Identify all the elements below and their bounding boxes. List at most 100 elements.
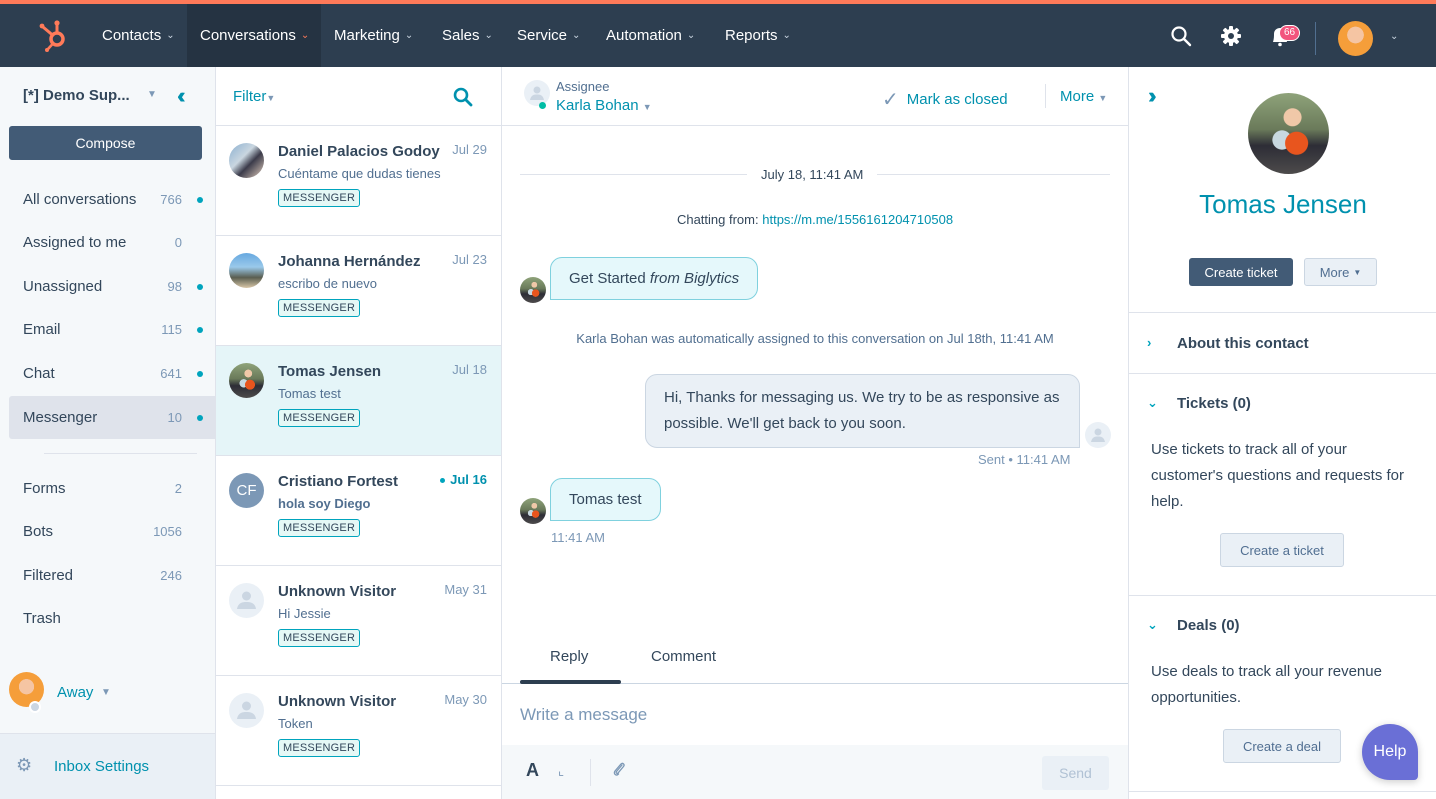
contact-more-dropdown[interactable]: More ▼ [1304, 258, 1377, 286]
nav-sales[interactable]: Sales ⌄ [442, 4, 493, 67]
filter-dropdown[interactable]: Filter▼ [233, 88, 275, 105]
conversation-date: Jul 16 [450, 472, 487, 487]
unread-dot-icon [197, 414, 203, 421]
sidebar-item-chat[interactable]: Chat 641 [9, 352, 216, 395]
nav-service-label: Service [517, 27, 568, 44]
attachment-paperclip-icon[interactable] [612, 760, 626, 778]
assignee-dropdown[interactable]: Karla Bohan ▼ [556, 97, 652, 114]
chevron-right-icon[interactable]: › [1147, 335, 1151, 350]
sidebar-item-all-conversations[interactable]: All conversations 766 [9, 178, 216, 221]
sidebar-item-count: 0 [174, 235, 182, 250]
section-about-contact[interactable]: About this contact [1177, 335, 1309, 352]
agent-avatar-icon [1085, 422, 1111, 448]
nav-contacts[interactable]: Contacts ⌄ [102, 4, 175, 67]
section-tickets[interactable]: Tickets (0) [1177, 395, 1251, 412]
mark-as-closed-button[interactable]: ✓ Mark as closed [882, 87, 1008, 112]
inbox-settings-link[interactable]: ⚙ Inbox Settings [0, 733, 215, 799]
sidebar-item-unassigned[interactable]: Unassigned 98 [9, 265, 216, 308]
sidebar-item-count: 2 [174, 481, 182, 496]
conversation-preview: Hi Jessie [278, 606, 331, 621]
conversation-row[interactable]: Unknown Visitor May 31 Hi Jessie MESSENG… [216, 566, 501, 676]
collapse-sidebar-icon[interactable]: ‹‹ [177, 83, 185, 109]
nav-marketing[interactable]: Marketing ⌄ [334, 4, 413, 67]
chatting-from-label: Chatting from: [676, 212, 759, 227]
unknown-visitor-avatar-icon [229, 583, 264, 618]
chevron-down-icon: ⌄ [300, 30, 310, 41]
message-input[interactable] [520, 697, 1110, 733]
chevron-down-icon[interactable]: ⌄ [1147, 617, 1158, 633]
list-toolbar: Filter▼ [216, 67, 501, 126]
chevron-down-icon[interactable]: ⌄ [1147, 395, 1158, 411]
nav-automation[interactable]: Automation ⌄ [606, 4, 695, 67]
notification-count-badge: 66 [1279, 25, 1301, 41]
create-a-ticket-button[interactable]: Create a ticket [1220, 533, 1344, 567]
help-widget-button[interactable]: Help [1362, 724, 1418, 780]
contact-avatar [520, 498, 546, 524]
search-icon[interactable] [452, 86, 474, 108]
nav-reports[interactable]: Reports ⌄ [725, 4, 791, 67]
conversation-row[interactable]: Unknown Visitor May 30 Token MESSENGER [216, 676, 501, 786]
conversation-preview: Cuéntame que dudas tienes [278, 166, 441, 181]
more-actions-dropdown[interactable]: More ▼ [1060, 88, 1107, 105]
collapse-panel-icon[interactable]: ›› [1148, 83, 1156, 109]
composer-tabs: Reply Comment [502, 637, 1128, 684]
section-divider [1129, 373, 1436, 374]
channel-badge: MESSENGER [278, 189, 361, 207]
sidebar-item-bots[interactable]: Bots 1056 [9, 510, 216, 553]
sidebar-item-label: Chat [23, 365, 55, 382]
conversation-preview: hola soy Diego [278, 496, 371, 511]
sidebar-item-trash[interactable]: Trash [9, 597, 216, 640]
conversation-row[interactable]: Johanna Hernández Jul 23 escribo de nuev… [216, 236, 501, 346]
conversation-row[interactable]: CF Cristiano Fortest Jul 16 hola soy Die… [216, 456, 501, 566]
sidebar-item-count: 10 [167, 410, 182, 425]
unread-dot-icon [197, 370, 203, 377]
chevron-down-icon: ⌄ [572, 30, 581, 41]
header-divider [1045, 84, 1046, 108]
nav-service[interactable]: Service ⌄ [517, 4, 580, 67]
chatting-from-link[interactable]: https://m.me/1556161204710508 [762, 212, 953, 227]
assignee-label: Assignee [556, 79, 610, 94]
sidebar-item-filtered[interactable]: Filtered 246 [9, 554, 216, 597]
thread-header: Assignee Karla Bohan ▼ ✓ Mark as closed M… [502, 67, 1128, 126]
hubspot-logo-icon[interactable] [38, 18, 70, 52]
search-icon[interactable] [1169, 24, 1193, 48]
more-label: More [1319, 264, 1350, 280]
chevron-down-icon: ⌄ [782, 30, 791, 41]
user-avatar[interactable] [1338, 21, 1373, 56]
more-label: More [1060, 88, 1095, 105]
compose-button[interactable]: Compose [9, 126, 202, 160]
message-timestamp: 11:41 AM [551, 530, 605, 545]
sidebar-item-messenger[interactable]: Messenger 10 [9, 396, 216, 439]
caret-down-icon[interactable]: ▼ [147, 89, 157, 100]
text-format-icon[interactable]: A [526, 760, 539, 781]
availability-status[interactable]: Away [57, 684, 93, 701]
tab-reply[interactable]: Reply [550, 648, 588, 665]
conversation-contact-name: Johanna Hernández [278, 253, 421, 270]
contact-avatar [520, 277, 546, 303]
sidebar-item-label: Messenger [23, 409, 98, 426]
conversation-row-selected[interactable]: Tomas Jensen Jul 18 Tomas test MESSENGER [216, 346, 501, 456]
sidebar-item-forms[interactable]: Forms 2 [9, 467, 216, 510]
create-a-deal-button[interactable]: Create a deal [1223, 729, 1341, 763]
contact-avatar [229, 143, 264, 178]
inbox-selector[interactable]: [*] Demo Sup... [23, 87, 130, 104]
contact-name[interactable]: Tomas Jensen [1129, 189, 1436, 220]
snippet-icon[interactable]: ⌞ [558, 763, 564, 779]
conversation-row[interactable]: Daniel Palacios Godoy Jul 29 Cuéntame qu… [216, 126, 501, 236]
nav-conversations[interactable]: Conversations ⌄ [187, 4, 321, 67]
inbox-settings-label: Inbox Settings [54, 758, 150, 775]
toolbar-divider [590, 759, 591, 786]
tab-comment[interactable]: Comment [651, 648, 716, 665]
create-ticket-button[interactable]: Create ticket [1189, 258, 1293, 286]
conversation-date: Jul 23 [452, 252, 487, 267]
conversation-date-unread: Jul 16 [440, 472, 487, 487]
sidebar-item-email[interactable]: Email 115 [9, 308, 216, 351]
send-button[interactable]: Send [1042, 756, 1109, 790]
settings-gear-icon[interactable] [1219, 24, 1243, 48]
account-chevron-down-icon[interactable]: ⌄ [1390, 31, 1398, 42]
section-deals[interactable]: Deals (0) [1177, 617, 1240, 634]
section-divider [1129, 791, 1436, 792]
assignee-avatar-icon [524, 80, 550, 106]
caret-down-icon[interactable]: ▼ [101, 687, 111, 698]
sidebar-item-assigned-to-me[interactable]: Assigned to me 0 [9, 221, 216, 264]
